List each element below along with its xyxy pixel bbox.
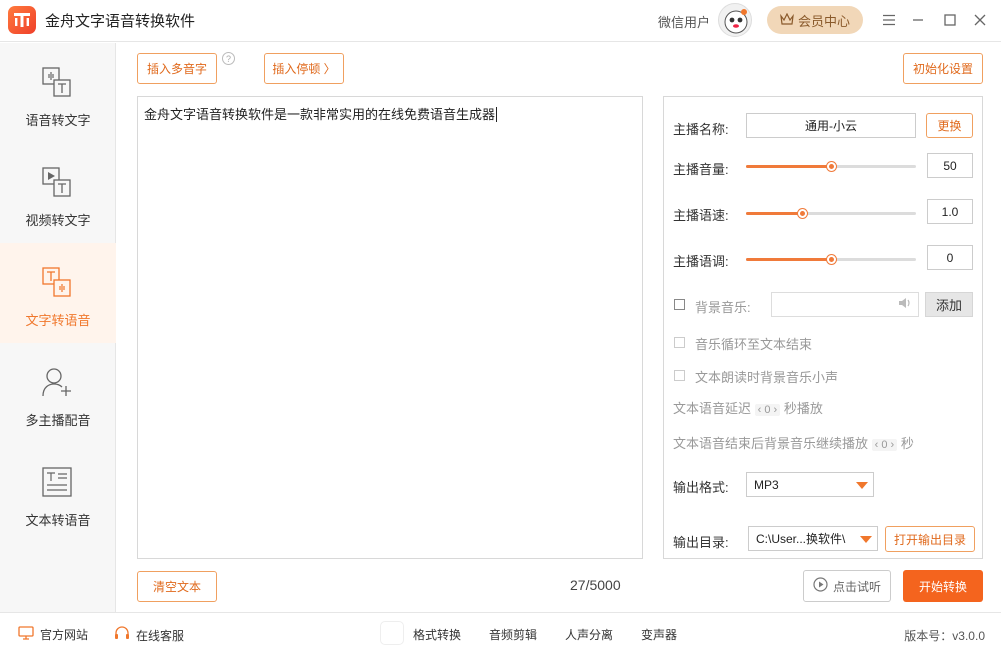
sidebar-item-label: 视频转文字 xyxy=(25,213,91,228)
start-convert-button[interactable]: 开始转换 xyxy=(903,570,983,602)
speaker-icon xyxy=(898,297,912,312)
sidebar-item-label: 文字转语音 xyxy=(25,313,91,328)
continue-prefix: 文本语音结束后背景音乐继续播放 xyxy=(673,436,869,451)
pitch-slider-fill xyxy=(746,258,831,261)
insert-polyphone-button[interactable]: 插入多音字 xyxy=(137,53,217,84)
online-support-link[interactable]: 在线客服 xyxy=(114,626,184,644)
continue-suffix: 秒 xyxy=(900,436,914,451)
app-title: 金舟文字语音转换软件 xyxy=(45,13,196,30)
loop-label: 音乐循环至文本结束 xyxy=(695,337,813,352)
text-to-speech-icon xyxy=(40,265,74,299)
reset-settings-button[interactable]: 初始化设置 xyxy=(903,53,983,84)
video-to-text-icon xyxy=(40,165,74,199)
statusbar-link-audio-edit[interactable]: 音频剪辑 xyxy=(489,626,537,643)
sidebar: 语音转文字 视频转文字 文字转语音 多主播配音 文本转语音 xyxy=(0,43,116,612)
sidebar-item-video-to-text[interactable]: 视频转文字 xyxy=(0,143,116,243)
menu-icon[interactable] xyxy=(878,9,900,31)
version-label: 版本号：v3.0.0 xyxy=(904,629,985,643)
open-output-dir-button[interactable]: 打开输出目录 xyxy=(885,526,975,552)
loop-checkbox[interactable] xyxy=(674,337,685,348)
statusbar-link-format[interactable]: 格式转换 xyxy=(413,626,461,643)
listen-button[interactable]: 点击试听 xyxy=(803,570,891,602)
app-logo-icon xyxy=(8,6,36,34)
sidebar-item-multi-anchor[interactable]: 多主播配音 xyxy=(0,343,116,443)
official-website-link[interactable]: 官方网站 xyxy=(18,626,88,643)
continue-stepper[interactable]: ‹ 0 › xyxy=(871,439,898,451)
output-dir-select[interactable]: C:\User...换软件\ xyxy=(748,526,878,551)
dir-value: C:\User...换软件\ xyxy=(756,532,846,546)
anchor-name-field[interactable]: 通用-小云 xyxy=(746,113,916,138)
sidebar-item-document-to-speech[interactable]: 文本转语音 xyxy=(0,443,116,543)
sidebar-item-audio-to-text[interactable]: 语音转文字 xyxy=(0,43,116,143)
volume-input[interactable]: 50 xyxy=(927,153,973,178)
volume-label: 主播音量: xyxy=(673,162,729,177)
duck-label: 文本朗读时背景音乐小声 xyxy=(695,370,839,385)
chevron-down-icon xyxy=(856,482,868,489)
close-icon[interactable] xyxy=(969,9,991,31)
status-bar: 官方网站 在线客服 格式转换 音频剪辑 人声分离 变声器 版本号：v3.0.0 xyxy=(0,612,1001,652)
format-value: MP3 xyxy=(754,477,779,492)
sidebar-item-label: 文本转语音 xyxy=(25,513,91,528)
monitor-icon xyxy=(18,626,34,643)
continue-row: 文本语音结束后背景音乐继续播放 ‹ 0 › 秒 xyxy=(673,433,914,452)
volume-slider-fill xyxy=(746,165,831,168)
pitch-input[interactable]: 0 xyxy=(927,245,973,270)
chevron-down-icon xyxy=(860,536,872,543)
maximize-icon[interactable] xyxy=(939,9,961,31)
website-label: 官方网站 xyxy=(40,628,89,642)
watermark-logo-icon xyxy=(380,621,404,645)
title-bar: 金舟文字语音转换软件 微信用户 会员中心 xyxy=(0,0,1001,42)
support-label: 在线客服 xyxy=(136,628,185,643)
sidebar-item-text-to-speech[interactable]: 文字转语音 xyxy=(0,243,116,343)
editor-text: 金舟文字语音转换软件是一款非常实用的在线免费语音生成器 xyxy=(144,107,498,122)
pitch-label: 主播语调: xyxy=(673,254,729,269)
pitch-slider[interactable] xyxy=(746,255,916,264)
insert-pause-button[interactable]: 插入停顿 〉 xyxy=(264,53,344,84)
sidebar-item-label: 多主播配音 xyxy=(25,413,91,428)
clear-text-button[interactable]: 清空文本 xyxy=(137,571,217,602)
char-counter: 27/5000 xyxy=(570,577,621,593)
text-editor[interactable]: 金舟文字语音转换软件是一款非常实用的在线免费语音生成器 xyxy=(137,96,643,559)
speed-slider-fill xyxy=(746,212,803,215)
volume-slider-handle[interactable] xyxy=(827,162,836,171)
document-to-speech-icon xyxy=(40,465,74,499)
delay-prefix: 文本语音延迟 xyxy=(673,401,752,416)
statusbar-link-voice-changer[interactable]: 变声器 xyxy=(641,626,677,643)
delay-row: 文本语音延迟 ‹ 0 › 秒播放 xyxy=(673,398,823,417)
bgm-label: 背景音乐: xyxy=(695,300,751,315)
vip-center-button[interactable]: 会员中心 xyxy=(767,6,863,34)
multi-anchor-icon xyxy=(40,365,74,399)
help-icon[interactable]: ? xyxy=(222,52,235,65)
listen-label: 点击试听 xyxy=(832,579,881,594)
bgm-file-field[interactable] xyxy=(771,292,919,317)
speed-label: 主播语速: xyxy=(673,208,729,223)
crown-icon xyxy=(780,12,794,28)
speed-input[interactable]: 1.0 xyxy=(927,199,973,224)
headset-icon xyxy=(114,626,130,644)
anchor-name-label: 主播名称: xyxy=(673,122,729,137)
speed-slider-handle[interactable] xyxy=(798,209,808,218)
format-label: 输出格式: xyxy=(673,480,729,495)
sidebar-item-label: 语音转文字 xyxy=(25,113,91,128)
vip-label: 会员中心 xyxy=(797,13,850,29)
user-name[interactable]: 微信用户 xyxy=(658,12,710,31)
duck-checkbox[interactable] xyxy=(674,370,685,381)
add-bgm-button[interactable]: 添加 xyxy=(925,292,973,317)
change-anchor-button[interactable]: 更换 xyxy=(926,113,973,138)
play-icon xyxy=(813,577,828,595)
minimize-icon[interactable] xyxy=(907,9,929,31)
volume-slider[interactable] xyxy=(746,162,916,171)
statusbar-link-vocal-split[interactable]: 人声分离 xyxy=(565,626,613,643)
audio-to-text-icon xyxy=(40,65,74,99)
dir-label: 输出目录: xyxy=(673,535,729,550)
settings-panel: 主播名称: 通用-小云 更换 主播音量: 50 主播语速: 1.0 主播语调: … xyxy=(663,96,983,559)
speed-slider[interactable] xyxy=(746,209,916,218)
delay-stepper[interactable]: ‹ 0 › xyxy=(754,404,781,416)
pitch-slider-handle[interactable] xyxy=(827,255,836,264)
user-avatar-icon[interactable] xyxy=(718,3,752,37)
format-select[interactable]: MP3 xyxy=(746,472,874,497)
bgm-checkbox[interactable] xyxy=(674,299,685,310)
delay-suffix: 秒播放 xyxy=(783,401,823,416)
